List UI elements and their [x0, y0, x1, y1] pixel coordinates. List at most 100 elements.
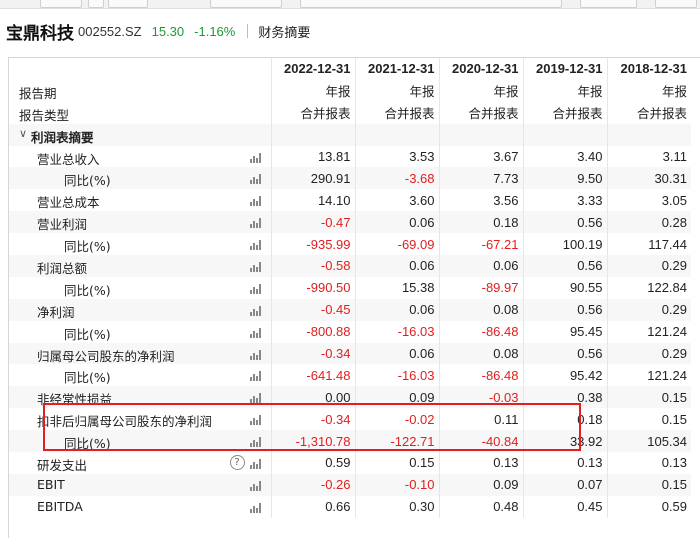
toolbar-segment[interactable] [210, 0, 282, 8]
bar-chart-icon[interactable] [249, 480, 263, 491]
value-cell: 3.67 [438, 145, 523, 168]
toolbar-segment[interactable] [108, 0, 148, 8]
toolbar-segment[interactable] [300, 0, 562, 8]
bar-chart-icon[interactable] [249, 152, 263, 163]
value-cell: 0.13 [522, 452, 607, 474]
report-type-row: 报告类型 合并报表 合并报表 合并报表 合并报表 合并报表 [9, 101, 691, 124]
bar-chart-icon[interactable] [249, 173, 263, 185]
table-row[interactable]: 同比(%) -1,310.78 -122.71 -40.84 33.92 105.34 [9, 430, 691, 453]
value-cell: 3.33 [522, 189, 607, 212]
value-cell: 0.38 [522, 386, 607, 409]
date-header[interactable]: 2022-12-31 [270, 58, 355, 80]
value-cell: 3.60 [354, 189, 439, 212]
value-cell: 0.00 [270, 386, 355, 409]
bar-chart-icon[interactable] [249, 436, 263, 448]
value-cell: 0.06 [354, 342, 439, 365]
row-label-cell: 同比(%) [9, 277, 271, 299]
table-row[interactable]: 同比(%) -800.88 -16.03 -86.48 95.45 121.24 [9, 320, 691, 343]
row-label: 扣非后归属母公司股东的净利润 [37, 414, 213, 430]
bar-chart-icon[interactable] [249, 283, 263, 294]
table-row[interactable]: 非经常性损益 0.00 0.09 -0.03 0.38 0.15 [9, 386, 691, 409]
row-label: 归属母公司股东的净利润 [37, 348, 175, 364]
table-row[interactable]: 同比(%) -641.48 -16.03 -86.48 95.42 121.24 [9, 364, 691, 387]
row-label: EBITDA [37, 498, 83, 514]
section-label-cell[interactable]: ∨ 利润表摘要 [9, 123, 271, 146]
table-row[interactable]: 同比(%) -990.50 15.38 -89.97 90.55 122.84 [9, 276, 691, 299]
table-row[interactable]: 利润总额 -0.58 0.06 0.06 0.56 0.29 [9, 255, 691, 277]
table-row[interactable]: EBIT -0.26 -0.10 0.09 0.07 0.15 [9, 473, 691, 496]
value-cell: 0.56 [522, 342, 607, 365]
top-toolbar-strip [0, 0, 700, 9]
bar-chart-icon[interactable] [249, 414, 263, 426]
type-value: 合并报表 [606, 101, 691, 124]
value-cell: -935.99 [270, 233, 355, 256]
value-cell: 0.06 [354, 298, 439, 321]
table-row[interactable]: 扣非后归属母公司股东的净利润 -0.34 -0.02 0.11 0.18 0.15 [9, 408, 691, 431]
stock-header: 宝鼎科技 002552.SZ 15.30 -1.16% 财务摘要 [0, 14, 700, 48]
value-cell: -0.45 [270, 298, 355, 321]
bar-chart-icon[interactable] [249, 349, 263, 360]
bar-chart-icon[interactable] [249, 502, 263, 513]
value-cell: 0.06 [354, 255, 439, 277]
financial-table: 2022-12-31 2021-12-31 2020-12-31 2019-12… [9, 58, 691, 518]
stock-price: 15.30 [151, 23, 185, 39]
bar-chart-icon[interactable] [249, 195, 263, 207]
row-label-cell: 同比(%) [9, 364, 271, 386]
type-value: 合并报表 [270, 101, 355, 124]
bar-chart-icon[interactable] [249, 217, 263, 229]
value-cell: 0.06 [354, 211, 439, 234]
date-header[interactable]: 2021-12-31 [354, 58, 439, 80]
financial-summary-panel: 2022-12-31 2021-12-31 2020-12-31 2019-12… [8, 57, 700, 538]
type-value: 合并报表 [354, 101, 439, 124]
value-cell: 0.09 [354, 386, 439, 409]
value-cell: -0.47 [270, 211, 355, 234]
value-cell: -641.48 [270, 364, 355, 387]
table-row[interactable]: 营业总收入 13.81 3.53 3.67 3.40 3.11 [9, 145, 691, 168]
toolbar-segment[interactable] [655, 0, 697, 8]
value-cell: 14.10 [270, 189, 355, 212]
value-cell: -40.84 [438, 430, 523, 453]
bar-chart-icon[interactable] [249, 458, 263, 470]
row-label: 同比(%) [64, 282, 111, 298]
table-row[interactable]: 营业利润 -0.47 0.06 0.18 0.56 0.28 [9, 211, 691, 234]
date-header[interactable]: 2019-12-31 [522, 58, 607, 80]
question-circle-icon[interactable]: ? [229, 455, 245, 471]
row-label-cell: 扣非后归属母公司股东的净利润 [9, 408, 271, 430]
chevron-down-icon[interactable]: ∨ [19, 127, 27, 140]
table-row[interactable]: 归属母公司股东的净利润 -0.34 0.06 0.08 0.56 0.29 [9, 342, 691, 365]
value-cell: 0.56 [522, 298, 607, 321]
row-label-cell: EBITDA [9, 496, 271, 518]
bar-chart-icon[interactable] [249, 239, 263, 251]
bar-chart-icon[interactable] [249, 327, 263, 338]
value-cell: -0.26 [270, 473, 355, 496]
table-row[interactable]: 同比(%) -935.99 -69.09 -67.21 100.19 117.44 [9, 233, 691, 256]
value-cell: 121.24 [606, 364, 691, 387]
value-cell: 0.08 [438, 342, 523, 365]
period-value: 年报 [522, 79, 607, 102]
bar-chart-icon[interactable] [249, 261, 263, 273]
date-header[interactable]: 2020-12-31 [438, 58, 523, 80]
table-row[interactable]: 净利润 -0.45 0.06 0.08 0.56 0.29 [9, 298, 691, 321]
value-cell: 0.13 [606, 452, 691, 474]
toolbar-segment[interactable] [88, 0, 104, 8]
toolbar-segment[interactable] [40, 0, 82, 8]
toolbar-segment[interactable] [580, 0, 637, 8]
table-row[interactable]: 同比(%) 290.91 -3.68 7.73 9.50 30.31 [9, 167, 691, 190]
table-row[interactable]: 研发支出? 0.59 0.15 0.13 0.13 0.13 [9, 452, 691, 474]
value-cell: 3.53 [354, 145, 439, 168]
value-cell: 0.56 [522, 255, 607, 277]
section-header-row[interactable]: ∨ 利润表摘要 [9, 123, 691, 146]
value-cell: 0.66 [270, 495, 355, 518]
value-cell: 0.11 [438, 408, 523, 431]
table-row[interactable]: EBITDA 0.66 0.30 0.48 0.45 0.59 [9, 495, 691, 518]
table-row[interactable]: 营业总成本 14.10 3.60 3.56 3.33 3.05 [9, 189, 691, 212]
value-cell: 0.15 [606, 473, 691, 496]
row-label-cell: 同比(%) [9, 321, 271, 343]
value-cell: 0.45 [522, 495, 607, 518]
period-value: 年报 [270, 79, 355, 102]
bar-chart-icon[interactable] [249, 392, 263, 404]
tab-financial-summary[interactable]: 财务摘要 [258, 22, 310, 41]
bar-chart-icon[interactable] [249, 305, 263, 316]
date-header[interactable]: 2018-12-31 [606, 58, 691, 80]
bar-chart-icon[interactable] [249, 370, 263, 382]
